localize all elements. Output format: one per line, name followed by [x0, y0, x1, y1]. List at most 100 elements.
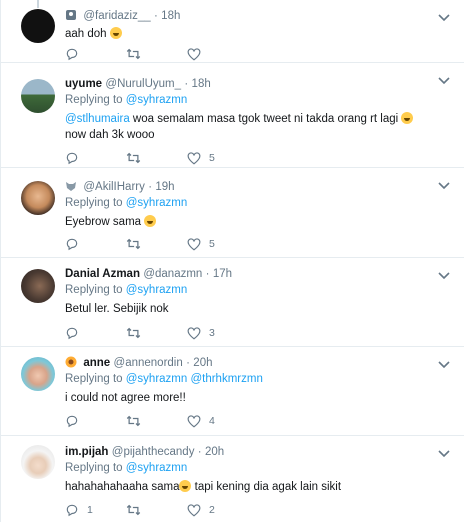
replying-to: Replying to @syhrazmn — [65, 195, 434, 211]
chevron-down-icon[interactable] — [438, 14, 450, 22]
like-button[interactable]: 4 — [187, 413, 215, 429]
reply-button[interactable] — [65, 46, 79, 62]
retweet-button[interactable] — [126, 325, 141, 341]
replying-to-mention[interactable]: @syhrazmn — [126, 462, 188, 474]
chevron-down-icon[interactable] — [438, 77, 450, 85]
replying-to-mention[interactable]: @syhrazmn @thrhkmrzmn — [126, 373, 263, 385]
like-icon — [187, 47, 201, 60]
retweet-icon — [126, 327, 141, 339]
like-icon — [187, 151, 201, 164]
display-name[interactable]: Danial Azman — [65, 268, 140, 280]
tweet-text: Betul ler. Sebijik nok — [65, 301, 434, 317]
separator-dot: · — [205, 268, 210, 280]
avatar[interactable] — [21, 269, 55, 303]
timestamp[interactable]: 19h — [155, 181, 174, 193]
reply-button[interactable] — [65, 413, 79, 429]
reply-count: 1 — [87, 504, 93, 516]
replying-to: Replying to @syhrazmn — [65, 92, 434, 108]
replying-label: Replying to — [65, 462, 123, 474]
retweet-button[interactable] — [126, 502, 141, 518]
sunflower-emoji-icon — [65, 356, 77, 368]
tweet-danazmn[interactable]: Danial Azman @danazmn · 17h Replying to … — [1, 258, 464, 347]
chevron-down-icon[interactable] — [438, 272, 450, 280]
like-count: 3 — [209, 327, 215, 339]
retweet-icon — [126, 48, 141, 60]
user-handle[interactable]: @faridaziz__ — [83, 10, 150, 22]
like-count: 5 — [209, 152, 215, 164]
retweet-icon — [126, 152, 141, 164]
like-icon — [187, 503, 201, 516]
display-name[interactable]: anne — [83, 357, 110, 369]
tweet-header: @AkilIHarry · 19h — [65, 179, 434, 194]
avatar[interactable] — [21, 181, 55, 215]
tweet-header: uyume @NurulUyum_ · 18h — [65, 76, 434, 91]
retweet-icon — [126, 415, 141, 427]
user-handle[interactable]: @annenordin — [114, 357, 183, 369]
like-button[interactable]: 3 — [187, 325, 215, 341]
avatar[interactable] — [21, 357, 55, 391]
retweet-button[interactable] — [126, 150, 141, 166]
separator-dot: · — [186, 357, 190, 369]
tweet-akilharry[interactable]: @AkilIHarry · 19h Replying to @syhrazmn … — [1, 168, 464, 258]
reply-feed: @faridaziz__ · 18h aah doh uyume @NurulU… — [0, 0, 464, 522]
chevron-down-icon[interactable] — [438, 361, 450, 369]
wolf-emoji-icon — [65, 180, 77, 192]
reply-button[interactable] — [65, 236, 79, 252]
display-name[interactable]: im.pijah — [65, 446, 108, 458]
reply-button[interactable] — [65, 150, 79, 166]
replying-to: Replying to @syhrazmn @thrhkmrzmn — [65, 371, 434, 387]
avatar[interactable] — [21, 9, 55, 43]
retweet-button[interactable] — [126, 236, 141, 252]
avatar[interactable] — [21, 79, 55, 113]
tweet-header: anne @annenordin · 20h — [65, 355, 434, 370]
tweet-faridaziz[interactable]: @faridaziz__ · 18h aah doh — [1, 0, 464, 63]
thread-line — [37, 0, 39, 8]
retweet-button[interactable] — [126, 46, 141, 62]
replying-to: Replying to @syhrazmn — [65, 282, 434, 298]
tweet-text-main: hahahahahaaha sama — [65, 481, 180, 493]
chevron-down-icon[interactable] — [438, 182, 450, 190]
replying-label: Replying to — [65, 373, 123, 385]
like-button[interactable]: 5 — [187, 236, 215, 252]
reply-button[interactable]: 1 — [65, 502, 93, 518]
tweet-annenordin[interactable]: anne @annenordin · 20h Replying to @syhr… — [1, 347, 464, 436]
timestamp[interactable]: 18h — [192, 78, 211, 90]
timestamp[interactable]: 17h — [213, 268, 232, 280]
user-handle[interactable]: @NurulUyum_ — [105, 78, 181, 90]
reply-icon — [66, 504, 78, 517]
like-icon — [187, 237, 201, 250]
like-count: 2 — [209, 504, 215, 516]
timestamp[interactable]: 20h — [193, 357, 212, 369]
display-name[interactable]: uyume — [65, 78, 102, 90]
user-handle[interactable]: @AkilIHarry — [83, 181, 145, 193]
tweet-header: im.pijah @pijahthecandy · 20h — [65, 444, 434, 459]
replying-label: Replying to — [65, 197, 123, 209]
reply-icon — [66, 327, 78, 340]
tweet-text: aah doh — [65, 26, 434, 42]
tweet-text-main: aah doh — [65, 28, 107, 40]
like-button[interactable] — [187, 46, 201, 62]
avatar[interactable] — [21, 445, 55, 479]
separator-dot: · — [197, 446, 202, 458]
retweet-icon — [126, 238, 141, 250]
user-handle[interactable]: @danazmn — [143, 268, 202, 280]
like-button[interactable]: 5 — [187, 150, 215, 166]
replying-label: Replying to — [65, 284, 123, 296]
tweet-header: Danial Azman @danazmn · 17h — [65, 266, 434, 281]
timestamp[interactable]: 18h — [161, 10, 180, 22]
user-handle[interactable]: @pijahthecandy — [112, 446, 195, 458]
replying-to: Replying to @syhrazmn — [65, 460, 434, 476]
timestamp[interactable]: 20h — [205, 446, 224, 458]
mention-link[interactable]: @stlhumaira — [65, 113, 130, 125]
retweet-button[interactable] — [126, 413, 141, 429]
tweet-pijahthecandy[interactable]: im.pijah @pijahthecandy · 20h Replying t… — [1, 436, 464, 522]
reply-button[interactable] — [65, 325, 79, 341]
chevron-down-icon[interactable] — [438, 450, 450, 458]
like-count: 4 — [209, 415, 215, 427]
replying-to-mention[interactable]: @syhrazmn — [126, 94, 188, 106]
tweet-text-main: Eyebrow sama — [65, 216, 145, 228]
tweet-nuruluyum[interactable]: uyume @NurulUyum_ · 18h Replying to @syh… — [1, 63, 464, 168]
replying-to-mention[interactable]: @syhrazmn — [126, 284, 188, 296]
replying-to-mention[interactable]: @syhrazmn — [126, 197, 188, 209]
like-button[interactable]: 2 — [187, 502, 215, 518]
